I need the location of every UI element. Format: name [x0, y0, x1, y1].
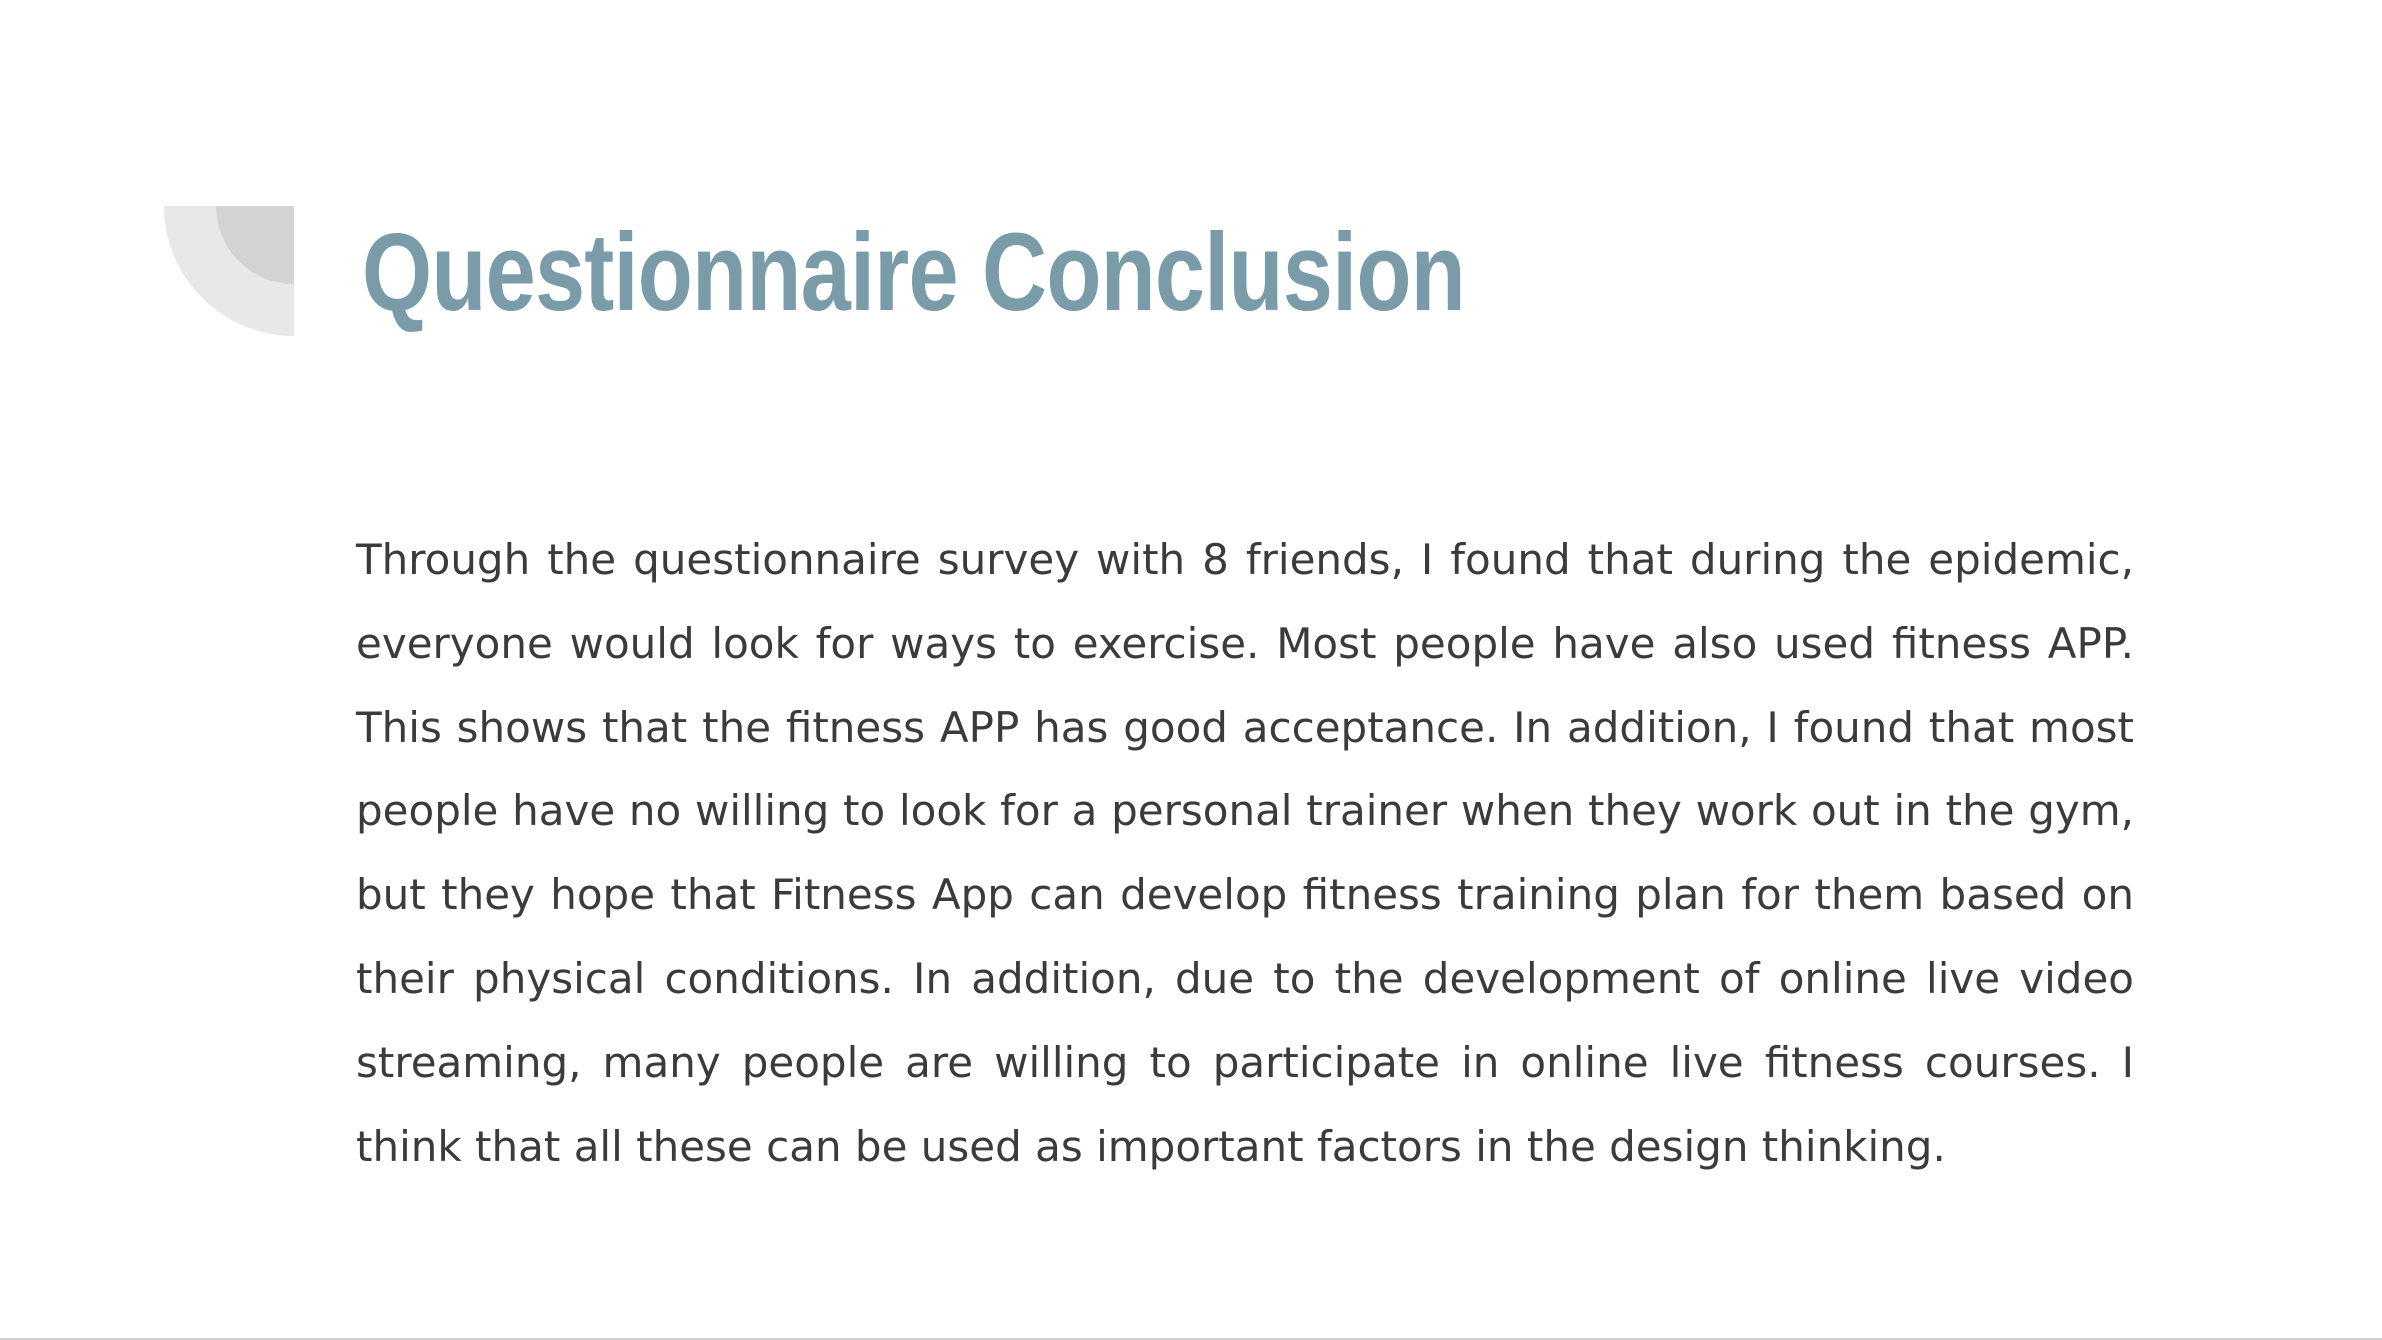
corner-decoration — [164, 206, 294, 336]
slide: Questionnaire Conclusion Through the que… — [0, 0, 2382, 1340]
slide-title: Questionnaire Conclusion — [362, 211, 1466, 334]
body-paragraph: Through the questionnaire survey with 8 … — [356, 535, 2134, 1171]
